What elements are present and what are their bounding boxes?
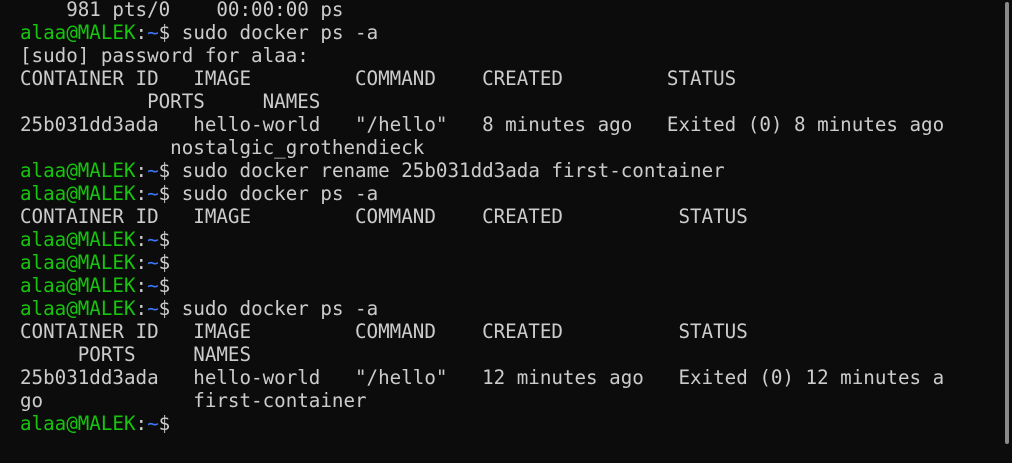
prompt-user-host: alaa@MALEK	[20, 159, 136, 182]
terminal-window[interactable]: 981 pts/0 00:00:00 ps alaa@MALEK:~$ sudo …	[0, 0, 1000, 463]
prompt-symbol: $	[158, 251, 171, 274]
prompt-line: alaa@MALEK:~$ sudo docker ps -a	[20, 21, 944, 44]
prompt-separator: :	[135, 182, 148, 205]
prompt-line: alaa@MALEK:~$	[20, 228, 944, 251]
output-line: 981 pts/0 00:00:00 ps	[20, 0, 344, 21]
prompt-user-host: alaa@MALEK	[20, 274, 136, 297]
prompt-path: ~	[147, 251, 159, 274]
scrollbar-thumb[interactable]	[1005, 2, 1009, 444]
prompt-symbol: $	[158, 412, 171, 435]
prompt-symbol: $	[158, 182, 171, 205]
output-line: go first-container	[20, 389, 367, 412]
prompt-separator: :	[135, 297, 148, 320]
prompt-path: ~	[147, 274, 159, 297]
output-line: nostalgic_grothendieck	[20, 136, 425, 159]
command-text: sudo docker ps -a	[170, 21, 379, 44]
prompt-line: alaa@MALEK:~$ sudo docker rename 25b031d…	[20, 159, 944, 182]
output-line: PORTS NAMES	[20, 343, 252, 366]
prompt-line: alaa@MALEK:~$	[20, 274, 944, 297]
prompt-path: ~	[147, 182, 159, 205]
prompt-line: alaa@MALEK:~$ sudo docker ps -a	[20, 182, 944, 205]
prompt-path: ~	[147, 297, 159, 320]
prompt-separator: :	[135, 412, 148, 435]
output-line: CONTAINER ID IMAGE COMMAND CREATED STATU…	[20, 205, 748, 228]
prompt-path: ~	[147, 159, 159, 182]
prompt-symbol: $	[158, 159, 171, 182]
output-line: 25b031dd3ada hello-world "/hello" 8 minu…	[20, 113, 945, 136]
prompt-separator: :	[135, 274, 148, 297]
prompt-user-host: alaa@MALEK	[20, 182, 136, 205]
prompt-separator: :	[135, 251, 148, 274]
prompt-symbol: $	[158, 21, 171, 44]
vertical-scrollbar[interactable]	[1000, 0, 1012, 463]
prompt-separator: :	[135, 21, 148, 44]
prompt-symbol: $	[158, 228, 171, 251]
output-line: 25b031dd3ada hello-world "/hello" 12 min…	[20, 366, 945, 389]
prompt-symbol: $	[158, 297, 171, 320]
prompt-separator: :	[135, 159, 148, 182]
prompt-user-host: alaa@MALEK	[20, 251, 136, 274]
prompt-path: ~	[147, 228, 159, 251]
output-line: PORTS NAMES	[20, 90, 321, 113]
command-text: sudo docker ps -a	[170, 182, 379, 205]
prompt-user-host: alaa@MALEK	[20, 412, 136, 435]
command-text: sudo docker ps -a	[170, 297, 379, 320]
prompt-user-host: alaa@MALEK	[20, 21, 136, 44]
prompt-user-host: alaa@MALEK	[20, 228, 136, 251]
prompt-separator: :	[135, 228, 148, 251]
command-text: sudo docker rename 25b031dd3ada first-co…	[170, 159, 725, 182]
prompt-symbol: $	[158, 274, 171, 297]
output-line: CONTAINER ID IMAGE COMMAND CREATED STATU…	[20, 67, 737, 90]
output-line: [sudo] password for alaa:	[20, 44, 309, 67]
output-line: CONTAINER ID IMAGE COMMAND CREATED STATU…	[20, 320, 748, 343]
prompt-user-host: alaa@MALEK	[20, 297, 136, 320]
terminal-output: 981 pts/0 00:00:00 ps alaa@MALEK:~$ sudo …	[20, 0, 944, 435]
prompt-path: ~	[147, 21, 159, 44]
prompt-line: alaa@MALEK:~$	[20, 251, 944, 274]
prompt-line: alaa@MALEK:~$ sudo docker ps -a	[20, 297, 944, 320]
prompt-line: alaa@MALEK:~$	[20, 412, 944, 435]
prompt-path: ~	[147, 412, 159, 435]
